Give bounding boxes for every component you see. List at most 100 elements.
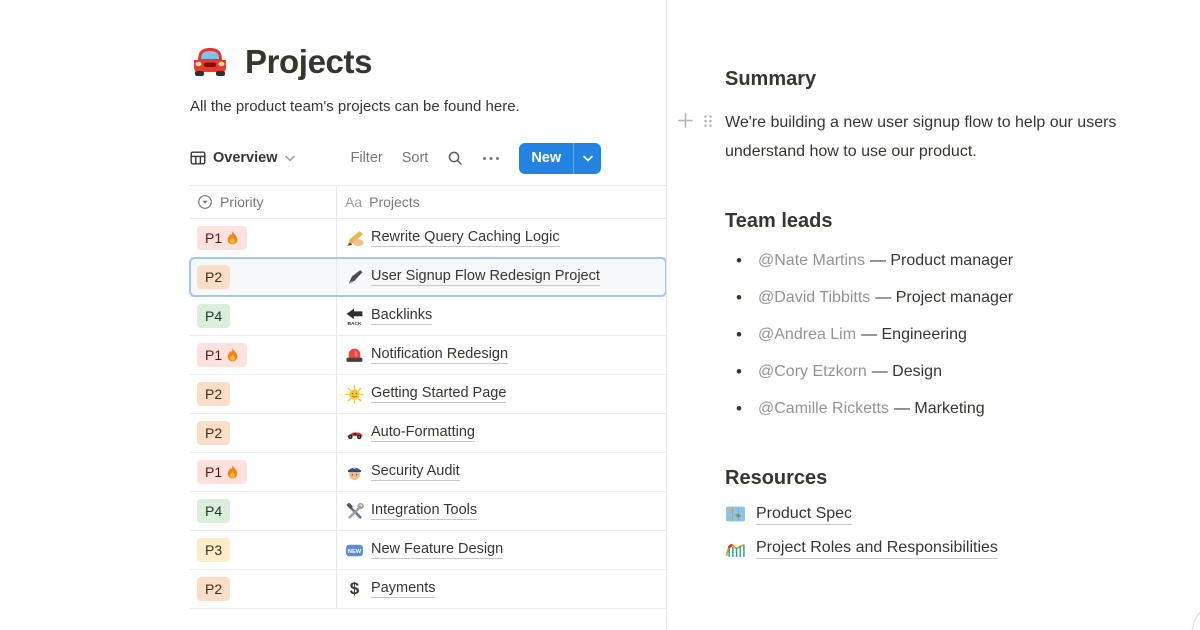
resource-link[interactable]: Product Spec [756,505,852,525]
resources-heading: Resources [725,465,1200,491]
table-header: Priority Aa Projects [190,185,666,219]
new-button-icon: NEW [345,541,364,560]
table-row[interactable]: P3 NEW New Feature Design [190,531,666,570]
priority-badge[interactable]: P1 [197,460,247,484]
priority-badge[interactable]: P1 [197,226,247,250]
resource-link[interactable]: Project Roles and Responsibilities [756,539,998,559]
table-row[interactable]: P4 Integration Tools [190,492,666,531]
database-panel: Projects All the product team's projects… [78,0,667,630]
table-row[interactable]: P1 Notification Redesign [190,336,666,375]
project-link[interactable]: Notification Redesign [371,346,508,364]
summary-heading: Summary [725,66,1200,92]
table-row[interactable]: P2 Getting Started Page [190,375,666,414]
priority-badge[interactable]: P2 [197,577,230,601]
list-item: @David Tibbitts — Project manager [725,287,1200,308]
table-row[interactable]: P2 $ Payments [190,570,666,609]
page-title: Projects [245,43,372,81]
user-mention[interactable]: @Nate Martins [758,252,865,269]
member-role: — Marketing [894,400,985,417]
world-map-icon [725,504,746,525]
sun-with-face-icon [345,385,364,404]
table-row-selected[interactable]: P2 User Signup Flow Redesign Project [190,258,666,297]
page-preview-panel: Summary We're building a new user signup… [667,0,1200,630]
resource-link-row[interactable]: Product Spec [725,504,1200,525]
database-toolbar: Overview Filter Sort [190,142,666,174]
fire-icon [226,348,239,363]
filter-button[interactable]: Filter [351,150,383,166]
priority-badge[interactable]: P2 [197,421,230,445]
member-role: — Engineering [861,326,967,343]
project-link[interactable]: Backlinks [371,307,432,325]
summary-paragraph: We're building a new user signup flow to… [725,114,1116,160]
member-role: — Project manager [875,289,1013,306]
priority-column-label: Priority [220,194,264,210]
view-label: Overview [213,150,278,166]
list-item: @Andrea Lim — Engineering [725,324,1200,345]
projects-column-header[interactable]: Aa Projects [337,186,666,218]
team-leads-list: @Nate Martins — Product manager @David Ti… [725,250,1200,419]
resource-link-row[interactable]: Project Roles and Responsibilities [725,538,1200,559]
back-arrow-icon: BACK [345,307,364,326]
member-role: — Design [872,363,942,380]
project-link[interactable]: User Signup Flow Redesign Project [371,268,600,286]
priority-badge[interactable]: P2 [197,382,230,406]
project-link[interactable]: Getting Started Page [371,385,506,403]
new-button-label[interactable]: New [519,143,573,174]
user-mention[interactable]: @Andrea Lim [758,326,856,343]
table-grid-icon [190,150,206,166]
new-button[interactable]: New [519,143,601,174]
roller-coaster-icon [725,538,746,559]
block-handles [677,112,713,129]
new-dropdown-chevron-icon[interactable] [574,155,601,162]
project-link[interactable]: Rewrite Query Caching Logic [371,229,560,247]
priority-badge[interactable]: P1 [197,343,247,367]
project-link[interactable]: New Feature Design [371,541,503,559]
priority-column-header[interactable]: Priority [190,186,337,218]
priority-badge[interactable]: P4 [197,304,230,328]
priority-badge[interactable]: P4 [197,499,230,523]
chevron-down-icon [285,155,295,162]
summary-paragraph-block[interactable]: We're building a new user signup flow to… [725,108,1199,166]
table-row[interactable]: P4 BACK Backlinks [190,297,666,336]
ellipsis-icon[interactable] [482,156,500,161]
select-property-icon [197,194,213,210]
drag-handle-icon[interactable] [703,114,713,128]
user-mention[interactable]: @David Tibbitts [758,289,870,306]
add-block-icon[interactable] [677,112,694,129]
heavy-dollar-sign-icon: $ [345,580,364,599]
user-mention[interactable]: @Camille Ricketts [758,400,889,417]
priority-badge[interactable]: P3 [197,538,230,562]
sort-button[interactable]: Sort [402,150,429,166]
search-icon[interactable] [447,150,463,166]
projects-table: Priority Aa Projects P1 Rewrite Query Ca… [190,185,666,609]
table-row[interactable]: P2 Auto-Formatting [190,414,666,453]
fire-icon [226,231,239,246]
list-item: @Camille Ricketts — Marketing [725,398,1200,419]
list-item: @Nate Martins — Product manager [725,250,1200,271]
project-link[interactable]: Payments [371,580,435,598]
team-leads-heading: Team leads [725,208,1200,234]
project-link[interactable]: Auto-Formatting [371,424,475,442]
member-role: — Product manager [870,252,1013,269]
svg-text:NEW: NEW [348,548,362,554]
pen-icon [345,268,364,287]
projects-column-label: Projects [369,194,420,210]
page-description: All the product team's projects can be f… [190,94,530,119]
hammer-and-wrench-icon [345,502,364,521]
table-row[interactable]: P1 Security Audit [190,453,666,492]
fire-icon [226,465,239,480]
racing-car-icon [345,424,364,443]
project-link[interactable]: Security Audit [371,463,460,481]
project-link[interactable]: Integration Tools [371,502,477,520]
title-property-icon: Aa [345,194,362,210]
police-officer-icon [345,463,364,482]
view-switcher[interactable]: Overview [190,150,295,166]
priority-badge[interactable]: P2 [197,265,230,289]
table-row[interactable]: P1 Rewrite Query Caching Logic [190,219,666,258]
police-car-light-icon [345,346,364,365]
svg-text:BACK: BACK [348,320,362,325]
list-item: @Cory Etzkorn — Design [725,361,1200,382]
workspace-sidebar [0,0,78,630]
red-car-icon [190,42,230,82]
user-mention[interactable]: @Cory Etzkorn [758,363,867,380]
